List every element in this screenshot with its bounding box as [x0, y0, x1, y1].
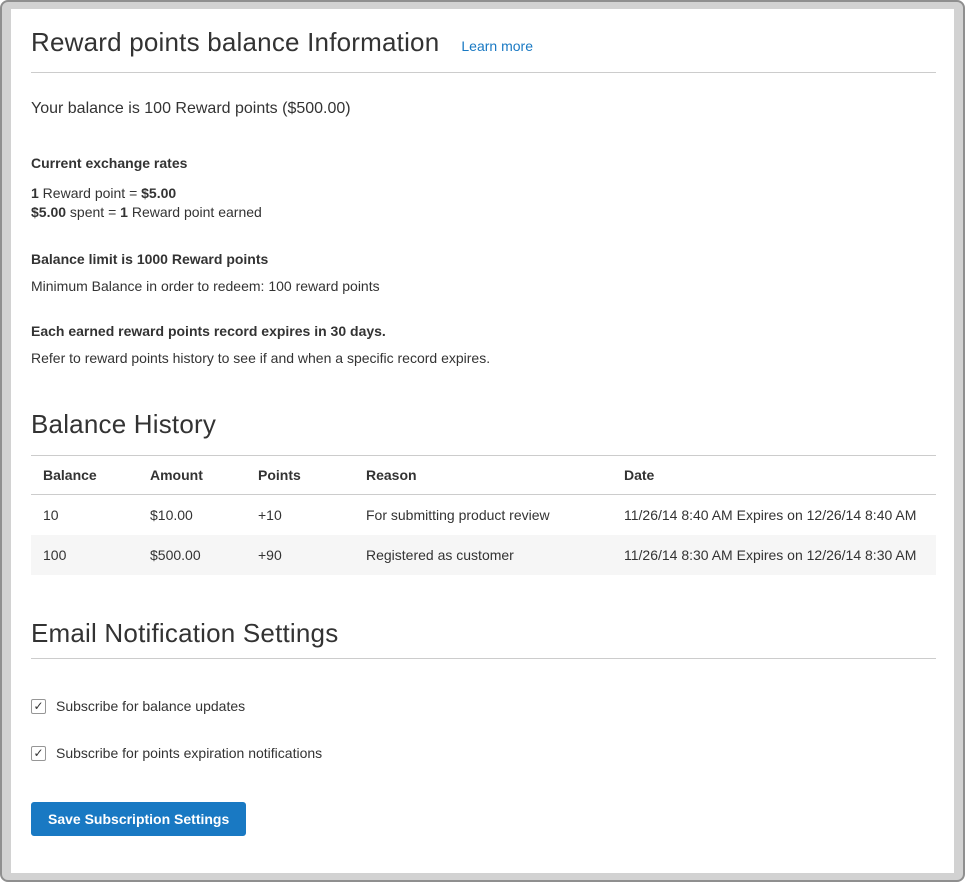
page-header: Reward points balance Information Learn …: [31, 21, 936, 73]
cell-points: +90: [246, 535, 354, 575]
cell-date: 11/26/14 8:30 AM Expires on 12/26/14 8:3…: [612, 535, 936, 575]
balance-history-title: Balance History: [31, 409, 936, 440]
subscribe-balance-updates-label: Subscribe for balance updates: [56, 698, 245, 714]
learn-more-link[interactable]: Learn more: [461, 38, 533, 54]
table-row: 10 $10.00 +10 For submitting product rev…: [31, 495, 936, 536]
minimum-balance-note: Minimum Balance in order to redeem: 100 …: [31, 278, 936, 294]
save-subscription-settings-button[interactable]: Save Subscription Settings: [31, 802, 246, 836]
exchange-rates: 1 Reward point = $5.00 $5.00 spent = 1 R…: [31, 184, 936, 222]
balance-history-header: Balance Amount Points Reason Date: [31, 456, 936, 495]
reward-points-panel: Reward points balance Information Learn …: [11, 9, 954, 873]
column-header-amount: Amount: [138, 456, 246, 495]
exchange-rate-line-1: 1 Reward point = $5.00: [31, 184, 936, 203]
subscribe-expiration-notifications-label: Subscribe for points expiration notifica…: [56, 745, 322, 761]
expiration-note: Refer to reward points history to see if…: [31, 350, 936, 366]
cell-amount: $10.00: [138, 495, 246, 536]
subscribe-balance-updates-option[interactable]: ✓ Subscribe for balance updates: [31, 698, 936, 714]
email-notification-settings-title: Email Notification Settings: [31, 618, 936, 659]
column-header-balance: Balance: [31, 456, 138, 495]
cell-reason: Registered as customer: [354, 535, 612, 575]
cell-points: +10: [246, 495, 354, 536]
exchange-rates-heading: Current exchange rates: [31, 155, 936, 171]
column-header-date: Date: [612, 456, 936, 495]
cell-balance: 10: [31, 495, 138, 536]
exchange-rate-line-2: $5.00 spent = 1 Reward point earned: [31, 203, 936, 222]
balance-summary: Your balance is 100 Reward points ($500.…: [31, 100, 936, 118]
page-frame: Reward points balance Information Learn …: [0, 0, 965, 882]
cell-date: 11/26/14 8:40 AM Expires on 12/26/14 8:4…: [612, 495, 936, 536]
column-header-reason: Reason: [354, 456, 612, 495]
checkbox-checked-icon[interactable]: ✓: [31, 746, 46, 761]
balance-limit-heading: Balance limit is 1000 Reward points: [31, 251, 936, 267]
checkbox-checked-icon[interactable]: ✓: [31, 699, 46, 714]
table-row: 100 $500.00 +90 Registered as customer 1…: [31, 535, 936, 575]
expiration-heading: Each earned reward points record expires…: [31, 323, 936, 339]
cell-balance: 100: [31, 535, 138, 575]
cell-reason: For submitting product review: [354, 495, 612, 536]
balance-history-table: Balance Amount Points Reason Date 10 $10…: [31, 455, 936, 575]
page-title: Reward points balance Information: [31, 27, 439, 58]
subscribe-expiration-notifications-option[interactable]: ✓ Subscribe for points expiration notifi…: [31, 745, 936, 761]
column-header-points: Points: [246, 456, 354, 495]
cell-amount: $500.00: [138, 535, 246, 575]
